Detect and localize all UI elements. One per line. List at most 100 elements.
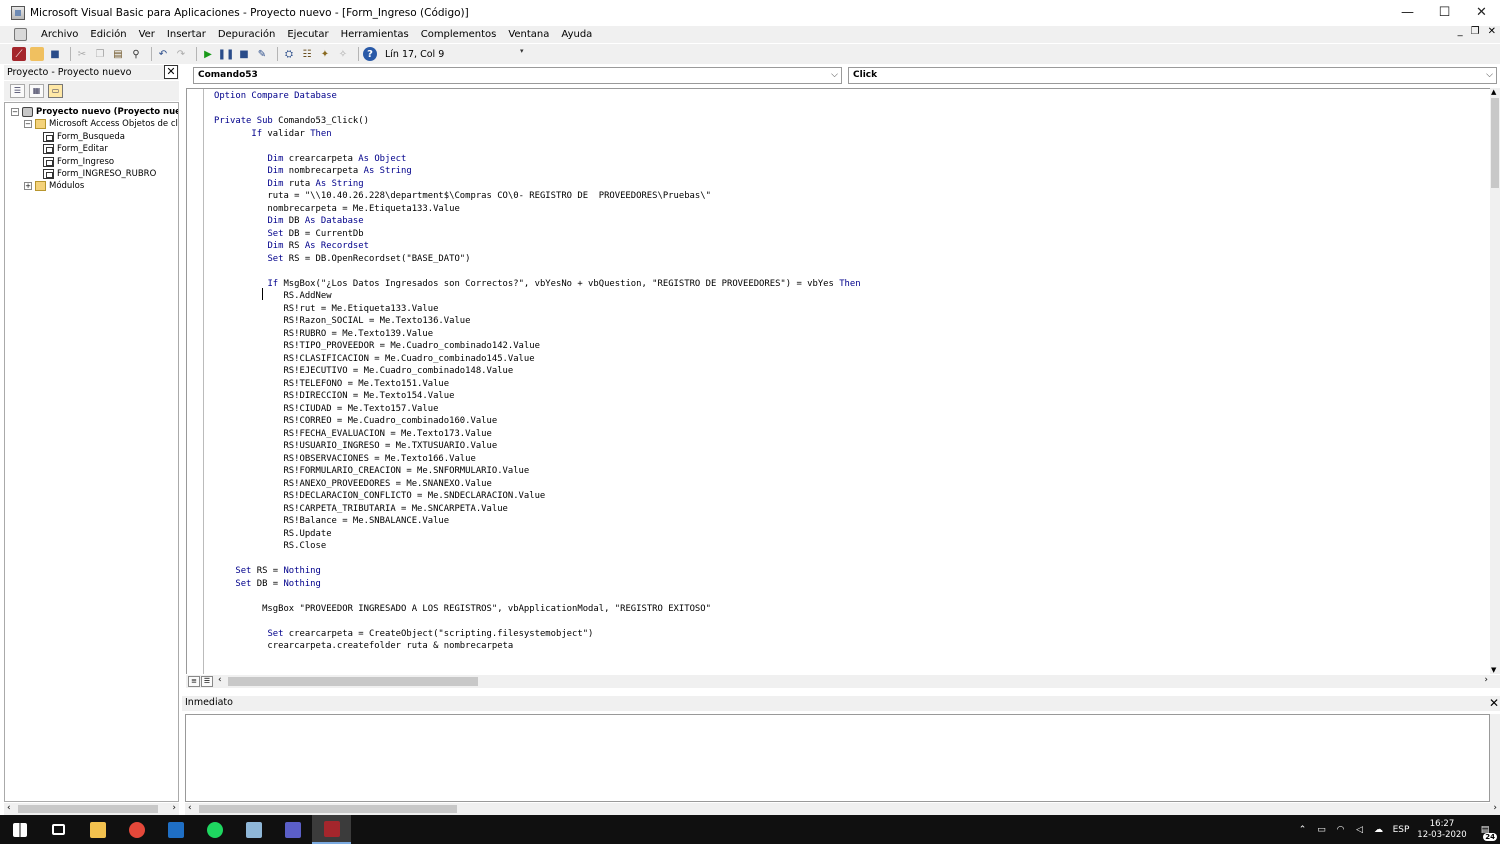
immediate-vscrollbar[interactable] [1490,714,1500,804]
menu-ver[interactable]: Ver [133,29,161,40]
code-line[interactable] [214,615,861,628]
procedure-dropdown[interactable]: Click ⌵ [848,67,1497,84]
volume-icon[interactable]: ◁ [1350,825,1369,835]
pause-icon[interactable]: ❚❚ [218,47,235,61]
code-line[interactable]: RS.Update [214,528,861,541]
onedrive-icon[interactable]: ☁ [1369,825,1388,835]
wifi-icon[interactable]: ◠ [1331,825,1350,835]
scroll-right-icon[interactable]: › [1484,675,1488,685]
code-line[interactable]: RS!DECLARACION_CONFLICTO = Me.SNDECLARAC… [214,490,861,503]
code-line[interactable] [214,553,861,566]
code-lines[interactable]: Option Compare Database Private Sub Coma… [214,90,861,653]
full-module-view-button[interactable]: ☰ [201,676,213,687]
cut-icon[interactable]: ✂ [75,47,89,61]
taskbar-notepad-button[interactable] [234,815,273,844]
code-line[interactable]: Dim crearcarpeta As Object [214,153,861,166]
code-line[interactable]: Option Compare Database [214,90,861,103]
immediate-window-close-button[interactable]: ✕ [1489,696,1499,710]
code-line[interactable] [214,265,861,278]
menu-depuracion[interactable]: Depuración [212,29,282,40]
tree-item[interactable]: − Proyecto nuevo (Proyecto nuev [11,106,178,118]
clock[interactable]: 16:27 12-03-2020 [1414,819,1470,841]
properties-icon[interactable]: ☷ [300,47,314,61]
immediate-window-input[interactable] [185,714,1490,802]
scroll-right-icon[interactable]: › [1493,803,1497,813]
code-line[interactable]: Set DB = CurrentDb [214,228,861,241]
chevron-down-icon[interactable]: ⌵ [1486,68,1493,83]
find-icon[interactable]: ⚲ [129,47,143,61]
taskbar-task-view-button[interactable] [39,815,78,844]
code-editor[interactable]: Option Compare Database Private Sub Coma… [186,88,1490,674]
code-line[interactable]: Dim RS As Recordset [214,240,861,253]
menu-ejecutar[interactable]: Ejecutar [281,29,334,40]
mdi-restore-button[interactable]: ❐ [1471,26,1480,37]
object-dropdown[interactable]: Comando53 ⌵ [193,67,842,84]
code-hscrollbar[interactable]: ≡ ☰ ‹ › [186,675,1500,688]
code-line[interactable]: RS!Balance = Me.SNBALANCE.Value [214,515,861,528]
help-icon[interactable]: ? [363,47,377,61]
code-line[interactable]: Dim DB As Database [214,215,861,228]
menu-ayuda[interactable]: Ayuda [555,29,598,40]
immediate-hscrollbar[interactable]: ‹ › [185,803,1500,815]
code-line[interactable]: MsgBox "PROVEEDOR INGRESADO A LOS REGIST… [214,603,861,616]
code-line[interactable]: Set DB = Nothing [214,578,861,591]
scroll-left-icon[interactable]: ‹ [218,675,222,685]
save-icon[interactable]: ■ [48,47,62,61]
code-line[interactable]: RS!RUBRO = Me.Texto139.Value [214,328,861,341]
input-language[interactable]: ESP [1388,825,1414,835]
code-line[interactable]: RS!USUARIO_INGRESO = Me.TXTUSUARIO.Value [214,440,861,453]
code-vscrollbar[interactable]: ▲ ▼ [1490,88,1500,674]
toolbox-icon[interactable]: ✧ [336,47,350,61]
scroll-thumb[interactable] [199,805,457,813]
code-line[interactable]: Set crearcarpeta = CreateObject("scripti… [214,628,861,641]
code-line[interactable]: Dim nombrecarpeta As String [214,165,861,178]
view-object-icon[interactable]: ▦ [29,84,44,98]
design-mode-icon[interactable]: ✎ [255,47,269,61]
notification-center-button[interactable]: ▤ 24 [1470,815,1500,844]
code-line[interactable]: RS!ANEXO_PROVEEDORES = Me.SNANEXO.Value [214,478,861,491]
tree-item[interactable]: Form_Ingreso [43,156,114,168]
scroll-left-icon[interactable]: ‹ [7,803,11,813]
code-line[interactable]: ruta = "\\10.40.26.228\department$\Compr… [214,190,861,203]
code-line[interactable]: RS!Razon_SOCIAL = Me.Texto136.Value [214,315,861,328]
maximize-button[interactable]: ☐ [1426,0,1463,25]
menu-archivo[interactable]: Archivo [35,29,84,40]
code-line[interactable]: RS!CLASIFICACION = Me.Cuadro_combinado14… [214,353,861,366]
mdi-minimize-button[interactable]: _ [1458,26,1463,37]
collapse-icon[interactable]: − [11,108,19,116]
tree-item[interactable]: Form_Busqueda [43,131,125,143]
taskbar-file-explorer-button[interactable] [78,815,117,844]
code-line[interactable] [214,590,861,603]
scroll-left-icon[interactable]: ‹ [188,803,192,813]
project-explorer-close-button[interactable]: ✕ [164,65,178,79]
collapse-icon[interactable]: − [24,120,32,129]
project-tree-hscrollbar[interactable]: ‹ › [4,803,179,815]
menu-insertar[interactable]: Insertar [161,29,212,40]
menu-ventana[interactable]: Ventana [502,29,555,40]
code-line[interactable]: RS!DIRECCION = Me.Texto154.Value [214,390,861,403]
tree-item[interactable]: Form_INGRESO_RUBRO [43,168,156,180]
scroll-right-icon[interactable]: › [172,803,176,813]
code-line[interactable]: RS!OBSERVACIONES = Me.Texto166.Value [214,453,861,466]
copy-icon[interactable]: ❐ [93,47,107,61]
taskbar-chrome-button[interactable] [117,815,156,844]
code-line[interactable]: Private Sub Comando53_Click() [214,115,861,128]
scroll-thumb[interactable] [1491,98,1499,188]
code-margin-indicator-bar[interactable] [187,89,204,674]
code-line[interactable]: crearcarpeta.createfolder ruta & nombrec… [214,640,861,653]
code-line[interactable]: Dim ruta As String [214,178,861,191]
taskbar-access-button[interactable] [312,815,351,844]
code-line[interactable]: RS!TIPO_PROVEEDOR = Me.Cuadro_combinado1… [214,340,861,353]
code-line[interactable] [214,103,861,116]
taskbar-spotify-button[interactable] [195,815,234,844]
code-line[interactable]: RS!FORMULARIO_CREACION = Me.SNFORMULARIO… [214,465,861,478]
redo-icon[interactable]: ↷ [174,47,188,61]
minimize-button[interactable]: — [1389,0,1426,25]
toolbar-overflow-icon[interactable]: ▾ [520,47,526,63]
code-line[interactable]: RS!FECHA_EVALUACION = Me.Texto173.Value [214,428,861,441]
menu-complementos[interactable]: Complementos [415,29,503,40]
run-icon[interactable]: ▶ [201,47,215,61]
mdi-close-button[interactable]: ✕ [1488,26,1496,37]
taskbar-outlook-button[interactable] [156,815,195,844]
code-line[interactable]: RS.Close [214,540,861,553]
